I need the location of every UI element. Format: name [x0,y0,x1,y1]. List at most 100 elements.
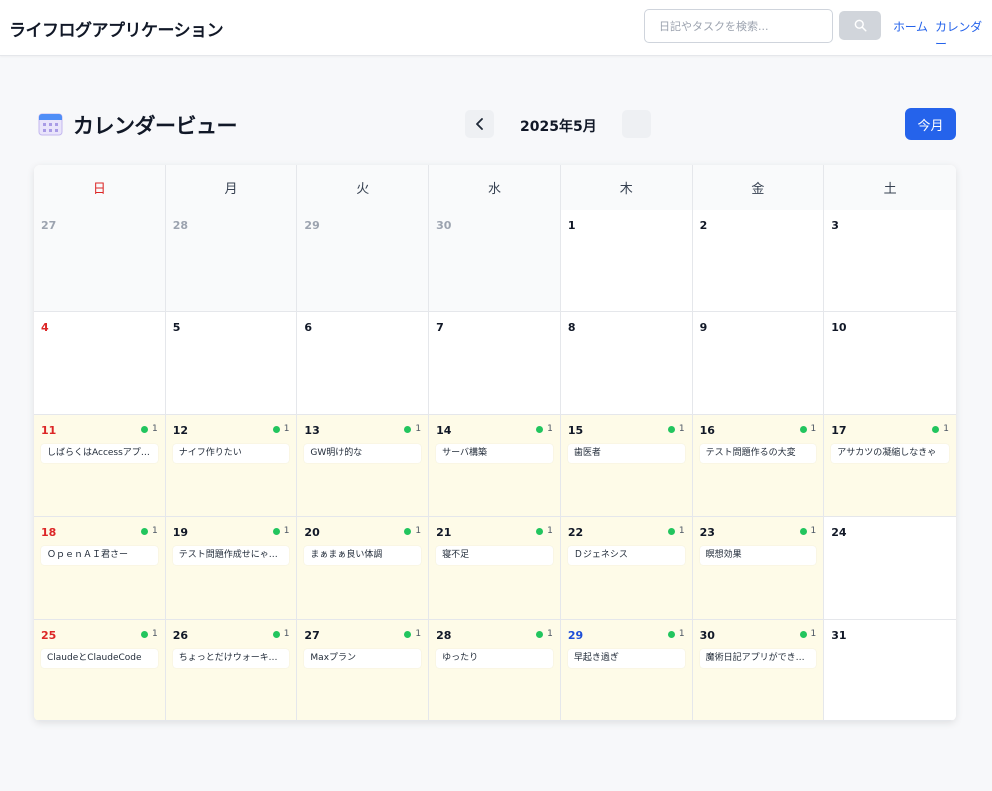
day-number: 20 [304,526,320,539]
nav-home-link[interactable]: ホーム [893,18,928,35]
status-dot-icon [799,425,807,433]
entry-count-badge: 1 [272,526,290,536]
day-number: 7 [436,321,444,334]
day-number: 18 [41,526,57,539]
day-cell[interactable]: 30 1 魔術日記アプリができた... [692,620,825,721]
day-cell[interactable]: 21 1 寝不足 [429,517,561,620]
entry-count-badge: 1 [404,629,421,639]
status-dot-icon [667,630,675,638]
entry-count-badge: 1 [799,629,816,639]
day-number: 9 [699,321,708,334]
day-cell[interactable]: 1 [560,210,693,312]
day-cell[interactable]: 5 [165,312,298,415]
diary-entry-chip[interactable]: テスト問題作成せにゃなぁ [172,546,290,565]
app-title[interactable]: ライフログアプリケーション [9,16,224,41]
entry-count: 1 [547,526,553,536]
day-cell[interactable]: 27 1 Maxプラン [297,620,430,721]
day-cell[interactable]: 11 1 しばらくはAccessアプリで [34,415,166,517]
current-month-label: 2025年5月 [520,119,597,135]
status-dot-icon [140,630,148,638]
entry-count: 1 [151,526,158,536]
entry-count-badge: 1 [667,629,685,639]
status-dot-icon [272,527,280,535]
day-cell[interactable]: 14 1 サーバ構築 [429,415,561,517]
day-cell[interactable]: 10 [824,312,956,415]
day-number: 31 [831,629,847,642]
diary-entry-chip[interactable]: まぁまぁ良い体調 [304,546,422,565]
entry-count: 1 [415,424,422,434]
day-cell[interactable]: 3 [824,210,956,312]
diary-entry-chip[interactable]: 早起き過ぎ [567,649,685,668]
day-cell[interactable]: 25 1 ClaudeとClaudeCode [34,620,166,721]
entry-count-badge: 1 [536,526,553,536]
entry-count-badge: 1 [140,629,158,639]
day-number: 6 [304,321,313,334]
day-number: 21 [436,526,452,539]
entry-count: 1 [283,526,290,536]
day-cell[interactable]: 8 [560,312,693,415]
search-button[interactable] [839,11,881,40]
prev-month-button[interactable] [465,110,494,138]
diary-entry-chip[interactable]: ＯｐｅｎＡＩ君さー [41,546,158,565]
day-number: 30 [699,629,715,642]
day-cell[interactable]: 15 1 歯医者 [560,415,693,517]
day-cell[interactable]: 9 [692,312,825,415]
calendar-days: 27 28 29 30 1 2 3 4 5 6 7 8 9 10 11 1 しばらくはAccessアプリで 12 1… [34,210,956,721]
day-cell[interactable]: 18 1 ＯｐｅｎＡＩ君さー [34,517,166,620]
day-cell[interactable]: 13 1 GW明け的な [297,415,430,517]
day-cell[interactable]: 26 1 ちょっとだけウォーキング [165,620,298,721]
day-cell[interactable]: 28 1 ゆったり [429,620,561,721]
diary-entry-chip[interactable]: サーバ構築 [436,444,553,463]
status-dot-icon [404,527,412,535]
diary-entry-chip[interactable]: 歯医者 [567,444,685,463]
day-cell[interactable]: 2 [692,210,825,312]
day-cell[interactable]: 31 [824,620,956,721]
day-number: 3 [831,219,839,232]
search-input[interactable] [644,9,833,43]
day-number: 5 [172,321,181,334]
day-cell[interactable]: 28 [165,210,298,312]
status-dot-icon [404,630,412,638]
status-dot-icon [799,630,807,638]
day-cell[interactable]: 29 [297,210,430,312]
day-cell[interactable]: 7 [429,312,561,415]
weekday-label: 水 [429,165,561,210]
day-cell[interactable]: 30 [429,210,561,312]
status-dot-icon [536,425,544,433]
diary-entry-chip[interactable]: 瞑想効果 [699,546,817,565]
day-cell[interactable]: 12 1 ナイフ作りたい [165,415,298,517]
diary-entry-chip[interactable]: 寝不足 [436,546,553,565]
day-cell[interactable]: 6 [297,312,430,415]
day-cell[interactable]: 23 1 瞑想効果 [692,517,825,620]
next-month-button[interactable] [622,110,651,138]
day-cell[interactable]: 22 1 Ｄジェネシス [560,517,693,620]
day-number: 27 [304,629,320,642]
diary-entry-chip[interactable]: ナイフ作りたい [172,444,290,463]
diary-entry-chip[interactable]: Ｄジェネシス [567,546,685,565]
diary-entry-chip[interactable]: ちょっとだけウォーキング [172,649,290,668]
diary-entry-chip[interactable]: GW明け的な [304,444,422,463]
day-cell[interactable]: 19 1 テスト問題作成せにゃなぁ [165,517,298,620]
day-number: 12 [172,424,189,437]
day-cell[interactable]: 17 1 アサカツの凝縮しなきゃ [824,415,956,517]
day-cell[interactable]: 29 1 早起き過ぎ [560,620,693,721]
day-number: 29 [304,219,320,232]
diary-entry-chip[interactable]: テスト問題作るの大変 [699,444,817,463]
diary-entry-chip[interactable]: しばらくはAccessアプリで [41,444,158,463]
day-cell[interactable]: 20 1 まぁまぁ良い体調 [297,517,430,620]
day-number: 26 [172,629,189,642]
diary-entry-chip[interactable]: ClaudeとClaudeCode [41,649,158,668]
day-cell[interactable]: 27 [34,210,166,312]
nav-calendar-link[interactable]: カレンダー [935,18,992,52]
diary-entry-chip[interactable]: 魔術日記アプリができた... [699,649,817,668]
diary-entry-chip[interactable]: Maxプラン [304,649,422,668]
day-cell[interactable]: 16 1 テスト問題作るの大変 [692,415,825,517]
day-cell[interactable]: 4 [34,312,166,415]
this-month-button[interactable]: 今月 [905,108,956,140]
day-number: 8 [567,321,576,334]
diary-entry-chip[interactable]: ゆったり [436,649,553,668]
day-cell[interactable]: 24 [824,517,956,620]
diary-entry-chip[interactable]: アサカツの凝縮しなきゃ [831,444,949,463]
weekday-label: 日 [34,165,166,210]
day-number: 11 [41,424,57,437]
